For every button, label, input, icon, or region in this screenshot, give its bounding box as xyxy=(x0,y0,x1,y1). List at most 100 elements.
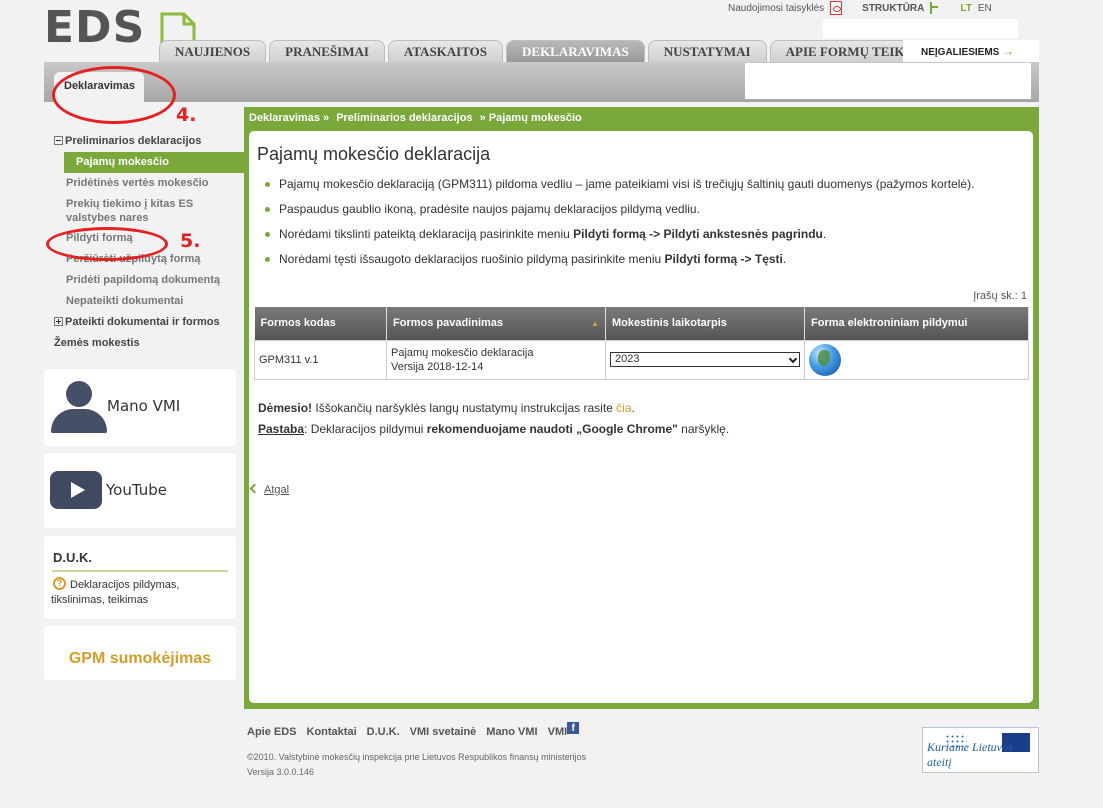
menu-unsubmitted-documents[interactable]: Nepateikti dokumentai xyxy=(44,291,244,312)
footer-vmi[interactable]: VMI xyxy=(548,726,568,738)
breadcrumb-deklaravimas[interactable]: Deklaravimas » xyxy=(249,112,329,124)
expand-icon[interactable] xyxy=(54,317,63,326)
notes: Dėmesio! Iššokančių naršyklės langų nust… xyxy=(258,398,1018,440)
back-link[interactable]: Atgal xyxy=(249,483,290,496)
info-list: Pajamų mokesčio deklaraciją (GPM311) pil… xyxy=(265,176,1025,276)
recommendation-note: Pastaba: Deklaracijos pildymui rekomendu… xyxy=(258,419,1018,440)
faq-divider xyxy=(52,570,228,572)
annotation-ellipse-4 xyxy=(52,66,176,124)
accessibility-label: NEĮGALIESIEMS xyxy=(921,47,1000,58)
breadcrumb-income-tax: » Pajamų mokesčio xyxy=(479,112,582,124)
menu-label: Pateikti dokumentai ir formos xyxy=(65,316,220,328)
cell-form-code: GPM311 v.1 xyxy=(254,339,387,380)
annotation-step-4: 4. xyxy=(176,104,197,126)
tab-pranesimai[interactable]: PRANEŠIMAI xyxy=(269,40,385,62)
facebook-icon[interactable]: f xyxy=(567,722,580,734)
tab-nustatymai[interactable]: NUSTATYMAI xyxy=(647,40,767,62)
menu-preliminary-declarations[interactable]: Preliminarios deklaracijos xyxy=(44,131,244,152)
tab-deklaravimas[interactable]: DEKLARAVIMAS xyxy=(506,40,645,62)
note-bold: rekomenduojame naudoti „Google Chrome" xyxy=(426,422,678,436)
note-text: naršyklę. xyxy=(677,422,730,436)
footer-faq[interactable]: D.U.K. xyxy=(367,726,400,738)
menu-income-tax[interactable]: Pajamų mokesčio xyxy=(64,152,244,173)
column-header-name[interactable]: Formos pavadinimas ▲ xyxy=(386,307,606,340)
accessibility-link[interactable]: NEĮGALIESIEMS → xyxy=(903,40,1039,62)
faq-card: D.U.K. Deklaracijos pildymas, tikslinima… xyxy=(44,536,236,619)
youtube-play-icon xyxy=(50,471,102,509)
attention-label: Dėmesio! xyxy=(258,401,313,415)
sub-navigation-bar: Deklaravimas xyxy=(44,62,1039,102)
breadcrumb-preliminary[interactable]: Preliminarios deklaracijos xyxy=(336,112,472,124)
attention-end: . xyxy=(631,401,635,415)
eu-slogan: Kuriame Lietuvos ateitį xyxy=(927,740,1013,769)
arrow-right-icon: → xyxy=(1002,44,1015,58)
copyright: ©2010. Valstybinė mokesčių inspekcija pr… xyxy=(247,752,587,762)
person-icon-body xyxy=(51,409,107,433)
info-text: . xyxy=(782,252,787,266)
content-panel: Pajamų mokesčio deklaracija Pajamų mokes… xyxy=(249,131,1033,703)
chevron-left-icon xyxy=(249,483,260,494)
sort-asc-icon: ▲ xyxy=(591,319,599,329)
breadcrumb: Deklaravimas » Preliminarios deklaracijo… xyxy=(249,112,586,124)
structure-link[interactable]: STRUKTŪRA xyxy=(862,3,924,14)
lang-lt[interactable]: LT xyxy=(960,3,971,14)
person-icon xyxy=(66,381,92,407)
column-header-period[interactable]: Mokestinis laikotarpis xyxy=(605,307,805,340)
annotation-step-5: 5. xyxy=(180,230,201,252)
info-item: Paspaudus gaublio ikoną, pradėsite naujo… xyxy=(265,201,1025,226)
menu-submitted-documents[interactable]: Pateikti dokumentai ir formos xyxy=(44,312,244,333)
info-text: Norėdami tęsti išsaugoto deklaracijos ru… xyxy=(279,252,665,266)
pdf-icon[interactable] xyxy=(830,1,843,15)
period-value: 2023 xyxy=(615,353,640,365)
gpm-payment-card[interactable]: GPM sumokėjimas xyxy=(44,626,236,680)
record-count: Įrašų sk.: 1 xyxy=(973,290,1027,302)
column-header-label: Formos pavadinimas xyxy=(393,317,504,330)
lang-en[interactable]: EN xyxy=(978,3,992,14)
instructions-link[interactable]: čia xyxy=(616,401,631,415)
main-nav-tabs: NAUJIENOS PRANEŠIMAI ATASKAITOS DEKLARAV… xyxy=(159,40,950,62)
cell-period: 2023 xyxy=(605,339,805,380)
menu-attach-document[interactable]: Pridėti papildomą dokumentą xyxy=(44,270,244,291)
globe-icon[interactable] xyxy=(809,343,841,376)
app-version: Versija 3.0.0.146 xyxy=(247,767,315,777)
note-text: : Deklaracijos pildymui xyxy=(304,422,427,436)
cell-form-name: Pajamų mokesčio deklaracija Versija 2018-… xyxy=(386,339,606,380)
rules-link[interactable]: Naudojimosi taisyklės xyxy=(728,3,824,14)
footer-vmi-website[interactable]: VMI svetainė xyxy=(410,726,477,738)
menu-vat[interactable]: Pridėtinės vertės mokesčio xyxy=(44,173,244,194)
gpm-payment-label: GPM sumokėjimas xyxy=(68,650,212,667)
attention-note: Dėmesio! Iššokančių naršyklės langų nust… xyxy=(258,398,1018,419)
table-row: GPM311 v.1 Pajamų mokesčio deklaracija Ve… xyxy=(254,339,1029,380)
info-text: Norėdami tikslinti pateiktą deklaraciją … xyxy=(279,227,574,241)
annotation-ellipse-5 xyxy=(46,227,168,261)
menu-land-tax[interactable]: Žemės mokestis xyxy=(44,333,244,354)
faq-title: D.U.K. xyxy=(53,550,92,565)
page-title: Pajamų mokesčio deklaracija xyxy=(257,144,491,164)
structure-icon[interactable] xyxy=(930,2,940,14)
info-item: Norėdami tęsti išsaugoto deklaracijos ru… xyxy=(265,251,1025,276)
form-name: Pajamų mokesčio deklaracija xyxy=(391,346,534,359)
footer-contacts[interactable]: Kontaktai xyxy=(307,726,357,738)
period-select[interactable]: 2023 xyxy=(610,352,800,367)
back-label: Atgal xyxy=(264,484,290,496)
faq-link-declaration[interactable]: Deklaracijos pildymas, tikslinimas, teik… xyxy=(51,578,231,608)
eu-funds-logo[interactable]: Kuriame Lietuvos ateitį xyxy=(922,727,1039,773)
youtube-card[interactable]: YouTube xyxy=(44,453,236,528)
youtube-label: YouTube xyxy=(106,481,167,499)
info-bold: Pildyti formą -> Tęsti xyxy=(664,252,783,266)
info-bold: Pildyti formą -> Pildyti ankstesnės pagr… xyxy=(573,227,823,241)
footer-about[interactable]: Apie EDS xyxy=(247,726,297,738)
tab-naujienos[interactable]: NAUJIENOS xyxy=(159,40,267,62)
forms-table: Formos kodas Formos pavadinimas ▲ Mokesti… xyxy=(254,307,1029,380)
footer-mano-vmi[interactable]: Mano VMI xyxy=(486,726,537,738)
top-search-box[interactable] xyxy=(823,19,1018,38)
note-label: Pastaba xyxy=(258,422,305,436)
column-header-code[interactable]: Formos kodas xyxy=(254,307,387,340)
collapse-icon[interactable] xyxy=(54,136,63,145)
mano-vmi-card[interactable]: Mano VMI xyxy=(44,369,236,446)
form-version: Versija 2018-12-14 xyxy=(391,360,484,373)
menu-goods-supply-eu[interactable]: Prekių tiekimo į kitas ES valstybes nare… xyxy=(44,194,244,228)
tab-ataskaitos[interactable]: ATASKAITOS xyxy=(387,40,504,62)
column-header-electronic: Forma elektroniniam pildymui xyxy=(804,307,1029,340)
footer-links: Apie EDS Kontaktai D.U.K. VMI svetainė M… xyxy=(247,722,589,738)
